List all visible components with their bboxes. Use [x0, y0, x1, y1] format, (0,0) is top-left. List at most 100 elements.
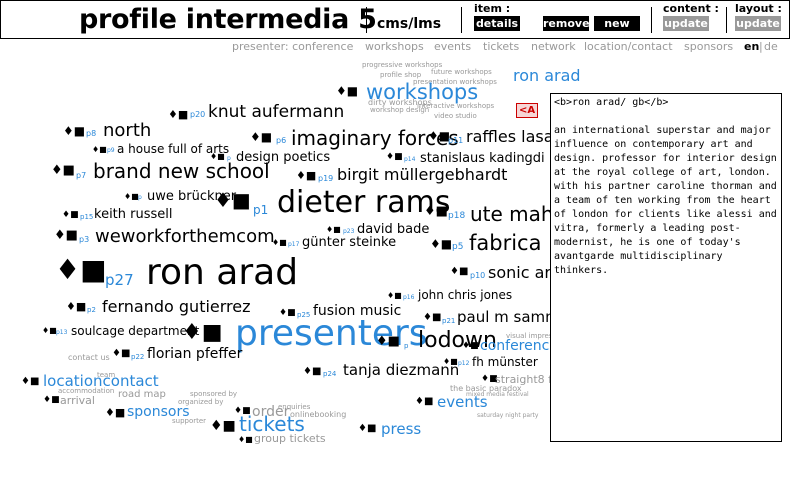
- presenter-number: p18: [448, 211, 466, 221]
- move-handle-icon[interactable]: ♦■: [358, 424, 376, 434]
- cloud-tag[interactable]: günter steinke: [302, 236, 396, 249]
- layout-update-button[interactable]: update: [735, 16, 781, 31]
- cloud-tag[interactable]: john chris jones: [418, 289, 512, 301]
- move-handle-icon[interactable]: ♦■: [182, 322, 223, 344]
- move-handle-icon[interactable]: ♦■: [214, 190, 251, 210]
- lang-separator: |: [759, 40, 763, 53]
- nav-sponsors[interactable]: sponsors: [684, 40, 733, 53]
- cloud-tag[interactable]: tanja diezmann: [343, 363, 459, 378]
- nav-workshops[interactable]: workshops: [365, 40, 424, 53]
- move-handle-icon[interactable]: ♦■: [168, 109, 188, 120]
- back-button[interactable]: <A: [516, 103, 538, 118]
- move-handle-icon[interactable]: ♦■: [336, 85, 358, 97]
- cloud-tag[interactable]: video studio: [434, 113, 477, 120]
- cloud-category-press[interactable]: press: [381, 422, 421, 437]
- cloud-tag[interactable]: fabrica: [469, 233, 541, 254]
- cloud-tag[interactable]: workshop design: [370, 107, 429, 114]
- detail-panel: <b>ron arad/ gb</b> an international sup…: [550, 93, 782, 442]
- divider: [651, 7, 652, 33]
- move-handle-icon[interactable]: ♦■: [272, 239, 287, 247]
- presenter-number: p19: [318, 174, 334, 183]
- cloud-tag[interactable]: north: [103, 122, 151, 140]
- cloud-tag[interactable]: fernando gutierrez: [102, 299, 251, 315]
- presenter-number: p8: [86, 129, 97, 138]
- cloud-tag-ron-arad-selected[interactable]: ron arad: [513, 68, 581, 84]
- details-button[interactable]: details: [474, 16, 520, 31]
- move-handle-icon[interactable]: ♦■: [66, 301, 86, 312]
- app-title: profile intermedia 5: [79, 4, 377, 35]
- move-handle-icon[interactable]: ♦■: [51, 164, 75, 177]
- cloud-category-events[interactable]: events: [437, 395, 488, 410]
- cloud-tag[interactable]: group tickets: [254, 433, 326, 444]
- nav-presenter-conference[interactable]: presenter: conference: [232, 40, 353, 53]
- cloud-category-conference[interactable]: conference: [480, 339, 558, 353]
- presenter-number: p13: [56, 329, 68, 336]
- move-handle-icon[interactable]: ♦■: [210, 419, 236, 433]
- cloud-tag[interactable]: birgit müllergebhardt: [337, 167, 507, 183]
- move-handle-icon[interactable]: ♦■: [424, 205, 448, 218]
- nav-events[interactable]: events: [434, 40, 471, 53]
- nav-tickets[interactable]: tickets: [483, 40, 519, 53]
- cloud-tag[interactable]: brand new school: [93, 161, 270, 181]
- new-button[interactable]: new: [594, 16, 640, 31]
- cloud-tag[interactable]: florian pfeffer: [147, 347, 242, 361]
- move-handle-icon[interactable]: ♦■: [386, 153, 403, 162]
- cloud-category-tickets[interactable]: tickets: [239, 414, 305, 434]
- move-handle-icon[interactable]: ♦■: [430, 238, 452, 250]
- move-handle-icon[interactable]: ♦■: [387, 292, 402, 300]
- layout-group-label: layout :: [735, 2, 782, 15]
- cloud-tag[interactable]: weworkforthemcom: [95, 228, 275, 246]
- cloud-tag[interactable]: sponsored by: [190, 391, 237, 398]
- content-update-button[interactable]: update: [663, 16, 709, 31]
- cloud-tag[interactable]: saturday night party: [477, 413, 538, 419]
- move-handle-icon[interactable]: ♦■: [250, 131, 272, 143]
- move-handle-icon[interactable]: ♦■: [428, 130, 450, 142]
- cloud-tag[interactable]: stanislaus kadingdi: [420, 152, 545, 165]
- move-handle-icon[interactable]: ♦■: [303, 367, 321, 377]
- move-handle-icon[interactable]: ♦■: [21, 377, 39, 387]
- presenter-number: p12: [458, 360, 470, 367]
- move-handle-icon[interactable]: ♦■: [55, 256, 107, 284]
- move-handle-icon[interactable]: ♦■: [105, 407, 125, 418]
- cloud-tag[interactable]: soulcage department: [71, 325, 199, 337]
- move-handle-icon[interactable]: ♦■: [54, 229, 78, 242]
- move-handle-icon[interactable]: ♦■: [296, 170, 316, 181]
- cloud-tag[interactable]: supporter: [172, 418, 206, 425]
- presenter-number: p7: [76, 171, 87, 180]
- cloud-tag[interactable]: contact us: [68, 354, 110, 362]
- cloud-tag[interactable]: ron arad: [146, 255, 298, 291]
- presenter-number: p11: [448, 136, 464, 145]
- presenter-number: p20: [190, 110, 206, 119]
- move-handle-icon[interactable]: ♦■: [450, 267, 468, 277]
- cloud-tag[interactable]: future workshops: [431, 69, 492, 76]
- presenter-number: p1: [253, 203, 269, 217]
- cloud-tag[interactable]: keith russell: [94, 208, 173, 221]
- cloud-tag[interactable]: road map: [118, 390, 166, 400]
- cloud-tag[interactable]: arrival: [60, 395, 95, 406]
- presenter-number: p27: [105, 271, 134, 289]
- move-handle-icon[interactable]: ♦■: [92, 146, 107, 154]
- presenter-number: p21: [442, 317, 456, 325]
- move-handle-icon[interactable]: ♦■: [326, 226, 341, 234]
- cloud-tag[interactable]: fh münster: [472, 356, 538, 368]
- move-handle-icon[interactable]: ♦■: [238, 436, 253, 444]
- move-handle-icon[interactable]: ♦■: [112, 349, 130, 359]
- move-handle-icon[interactable]: ♦■: [376, 335, 400, 348]
- cloud-category-workshops[interactable]: workshops: [366, 82, 478, 103]
- move-handle-icon[interactable]: ♦■: [415, 397, 433, 407]
- nav-location-contact[interactable]: location/contact: [584, 40, 673, 53]
- move-handle-icon[interactable]: ♦■: [42, 327, 57, 335]
- remove-button[interactable]: remove: [543, 16, 590, 31]
- move-handle-icon[interactable]: ♦■: [462, 342, 479, 351]
- lang-de-link[interactable]: de: [764, 40, 778, 53]
- move-handle-icon[interactable]: ♦■: [63, 125, 85, 137]
- content-group-label: content :: [663, 2, 719, 15]
- move-handle-icon[interactable]: ♦■: [62, 211, 79, 220]
- lang-en-link[interactable]: en: [744, 40, 759, 53]
- presenter-number: p10: [470, 271, 486, 280]
- nav-network[interactable]: network: [531, 40, 576, 53]
- detail-body: an international superstar and major inf…: [554, 125, 777, 276]
- cloud-tag[interactable]: knut aufermann: [208, 104, 344, 121]
- move-handle-icon[interactable]: ♦■: [124, 193, 139, 201]
- move-handle-icon[interactable]: ♦■: [43, 396, 60, 405]
